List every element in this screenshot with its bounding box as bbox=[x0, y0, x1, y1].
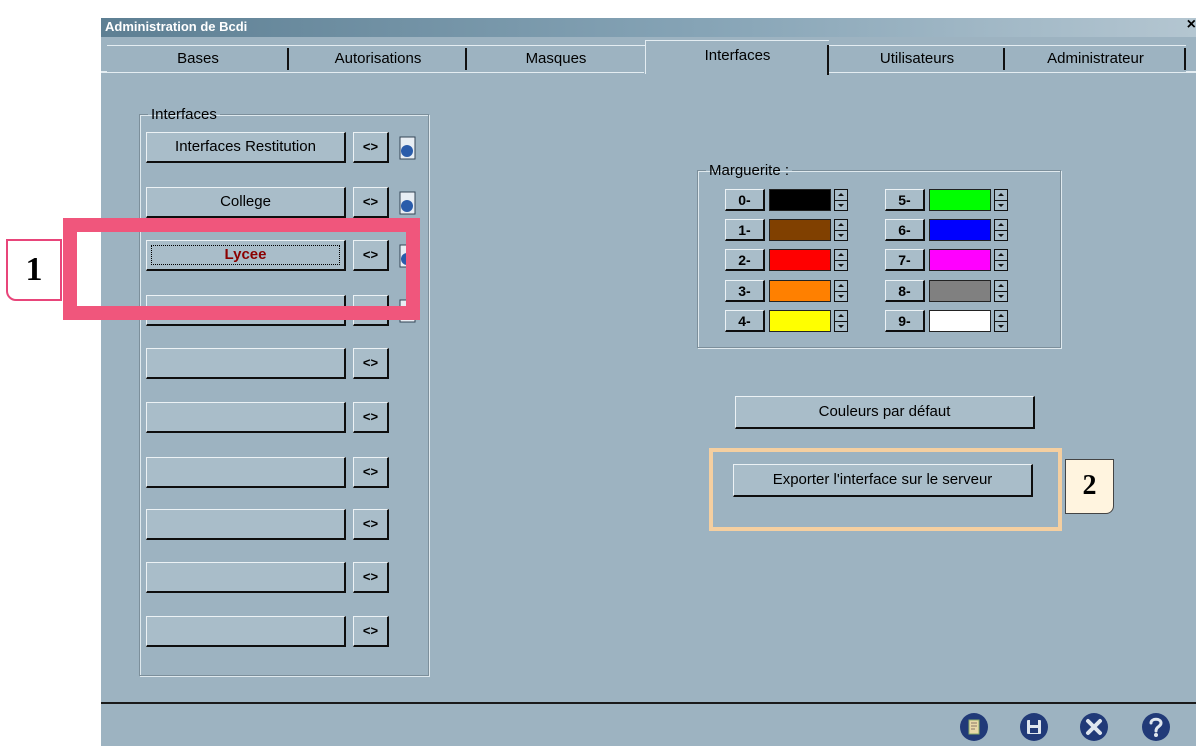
swap-button-2[interactable]: <> bbox=[353, 187, 389, 218]
color-index-5[interactable]: 5- bbox=[885, 189, 925, 211]
color-spinner-2[interactable] bbox=[834, 249, 848, 271]
title-bar: Administration de Bcdi × bbox=[101, 18, 1196, 37]
color-swatch-9[interactable] bbox=[929, 310, 991, 332]
tab-bases[interactable]: Bases bbox=[107, 45, 289, 72]
color-swatch-4[interactable] bbox=[769, 310, 831, 332]
color-spinner-9[interactable] bbox=[994, 310, 1008, 332]
color-index-3[interactable]: 3- bbox=[725, 280, 765, 302]
interface-button-10[interactable] bbox=[146, 616, 346, 647]
tab-label: Interfaces bbox=[704, 47, 771, 64]
color-spinner-5[interactable] bbox=[994, 189, 1008, 211]
edit-document-icon[interactable] bbox=[399, 191, 416, 215]
tab-interfaces[interactable]: Interfaces bbox=[645, 40, 829, 75]
color-swatch-7[interactable] bbox=[929, 249, 991, 271]
callout-1: 1 bbox=[6, 239, 62, 301]
swap-button-10[interactable]: <> bbox=[353, 616, 389, 647]
interface-button-9[interactable] bbox=[146, 562, 346, 593]
color-spinner-4[interactable] bbox=[834, 310, 848, 332]
tab-label: Bases bbox=[177, 50, 219, 67]
color-swatch-5[interactable] bbox=[929, 189, 991, 211]
color-spinner-0[interactable] bbox=[834, 189, 848, 211]
highlight-frame-2 bbox=[709, 448, 1062, 531]
close-icon[interactable] bbox=[1079, 712, 1109, 742]
interface-button-2[interactable]: College bbox=[146, 187, 346, 218]
help-icon[interactable] bbox=[1141, 712, 1171, 742]
interface-button-8[interactable] bbox=[146, 509, 346, 540]
highlight-frame-1 bbox=[63, 218, 420, 320]
tab-utilisateurs[interactable]: Utilisateurs bbox=[829, 45, 1005, 72]
callout-2: 2 bbox=[1065, 459, 1114, 514]
swap-button-1[interactable]: <> bbox=[353, 132, 389, 163]
tab-label: Utilisateurs bbox=[879, 50, 955, 67]
interface-button-5[interactable] bbox=[146, 348, 346, 379]
color-index-9[interactable]: 9- bbox=[885, 310, 925, 332]
color-index-8[interactable]: 8- bbox=[885, 280, 925, 302]
color-swatch-1[interactable] bbox=[769, 219, 831, 241]
swap-button-6[interactable]: <> bbox=[353, 402, 389, 433]
note-icon[interactable] bbox=[959, 712, 989, 742]
color-spinner-7[interactable] bbox=[994, 249, 1008, 271]
save-icon[interactable] bbox=[1019, 712, 1049, 742]
interface-button-7[interactable] bbox=[146, 457, 346, 488]
color-swatch-3[interactable] bbox=[769, 280, 831, 302]
swap-button-9[interactable]: <> bbox=[353, 562, 389, 593]
color-spinner-6[interactable] bbox=[994, 219, 1008, 241]
color-index-7[interactable]: 7- bbox=[885, 249, 925, 271]
interfaces-legend: Interfaces bbox=[151, 106, 217, 123]
color-swatch-6[interactable] bbox=[929, 219, 991, 241]
admin-window: Administration de Bcdi × Bases Autorisat… bbox=[101, 18, 1196, 746]
color-spinner-8[interactable] bbox=[994, 280, 1008, 302]
tab-autorisations[interactable]: Autorisations bbox=[289, 45, 467, 72]
color-spinner-1[interactable] bbox=[834, 219, 848, 241]
bottom-toolbar bbox=[101, 702, 1196, 746]
color-index-6[interactable]: 6- bbox=[885, 219, 925, 241]
swap-button-7[interactable]: <> bbox=[353, 457, 389, 488]
color-swatch-0[interactable] bbox=[769, 189, 831, 211]
color-swatch-8[interactable] bbox=[929, 280, 991, 302]
color-spinner-3[interactable] bbox=[834, 280, 848, 302]
color-index-0[interactable]: 0- bbox=[725, 189, 765, 211]
tab-administrateur[interactable]: Administrateur bbox=[1005, 45, 1186, 72]
color-index-4[interactable]: 4- bbox=[725, 310, 765, 332]
window-title: Administration de Bcdi bbox=[105, 19, 248, 34]
color-index-2[interactable]: 2- bbox=[725, 249, 765, 271]
edit-document-icon[interactable] bbox=[399, 136, 416, 160]
swap-button-5[interactable]: <> bbox=[353, 348, 389, 379]
tab-masques[interactable]: Masques bbox=[467, 45, 645, 72]
color-swatch-2[interactable] bbox=[769, 249, 831, 271]
close-window-button[interactable]: × bbox=[1187, 18, 1196, 34]
marguerite-legend: Marguerite : bbox=[709, 162, 790, 179]
interface-button-6[interactable] bbox=[146, 402, 346, 433]
color-index-1[interactable]: 1- bbox=[725, 219, 765, 241]
swap-button-8[interactable]: <> bbox=[353, 509, 389, 540]
tab-label: Masques bbox=[525, 50, 587, 67]
interface-button-1[interactable]: Interfaces Restitution bbox=[146, 132, 346, 163]
tab-label: Autorisations bbox=[334, 50, 422, 67]
tab-label: Administrateur bbox=[1047, 50, 1144, 67]
default-colors-button[interactable]: Couleurs par défaut bbox=[735, 396, 1035, 429]
